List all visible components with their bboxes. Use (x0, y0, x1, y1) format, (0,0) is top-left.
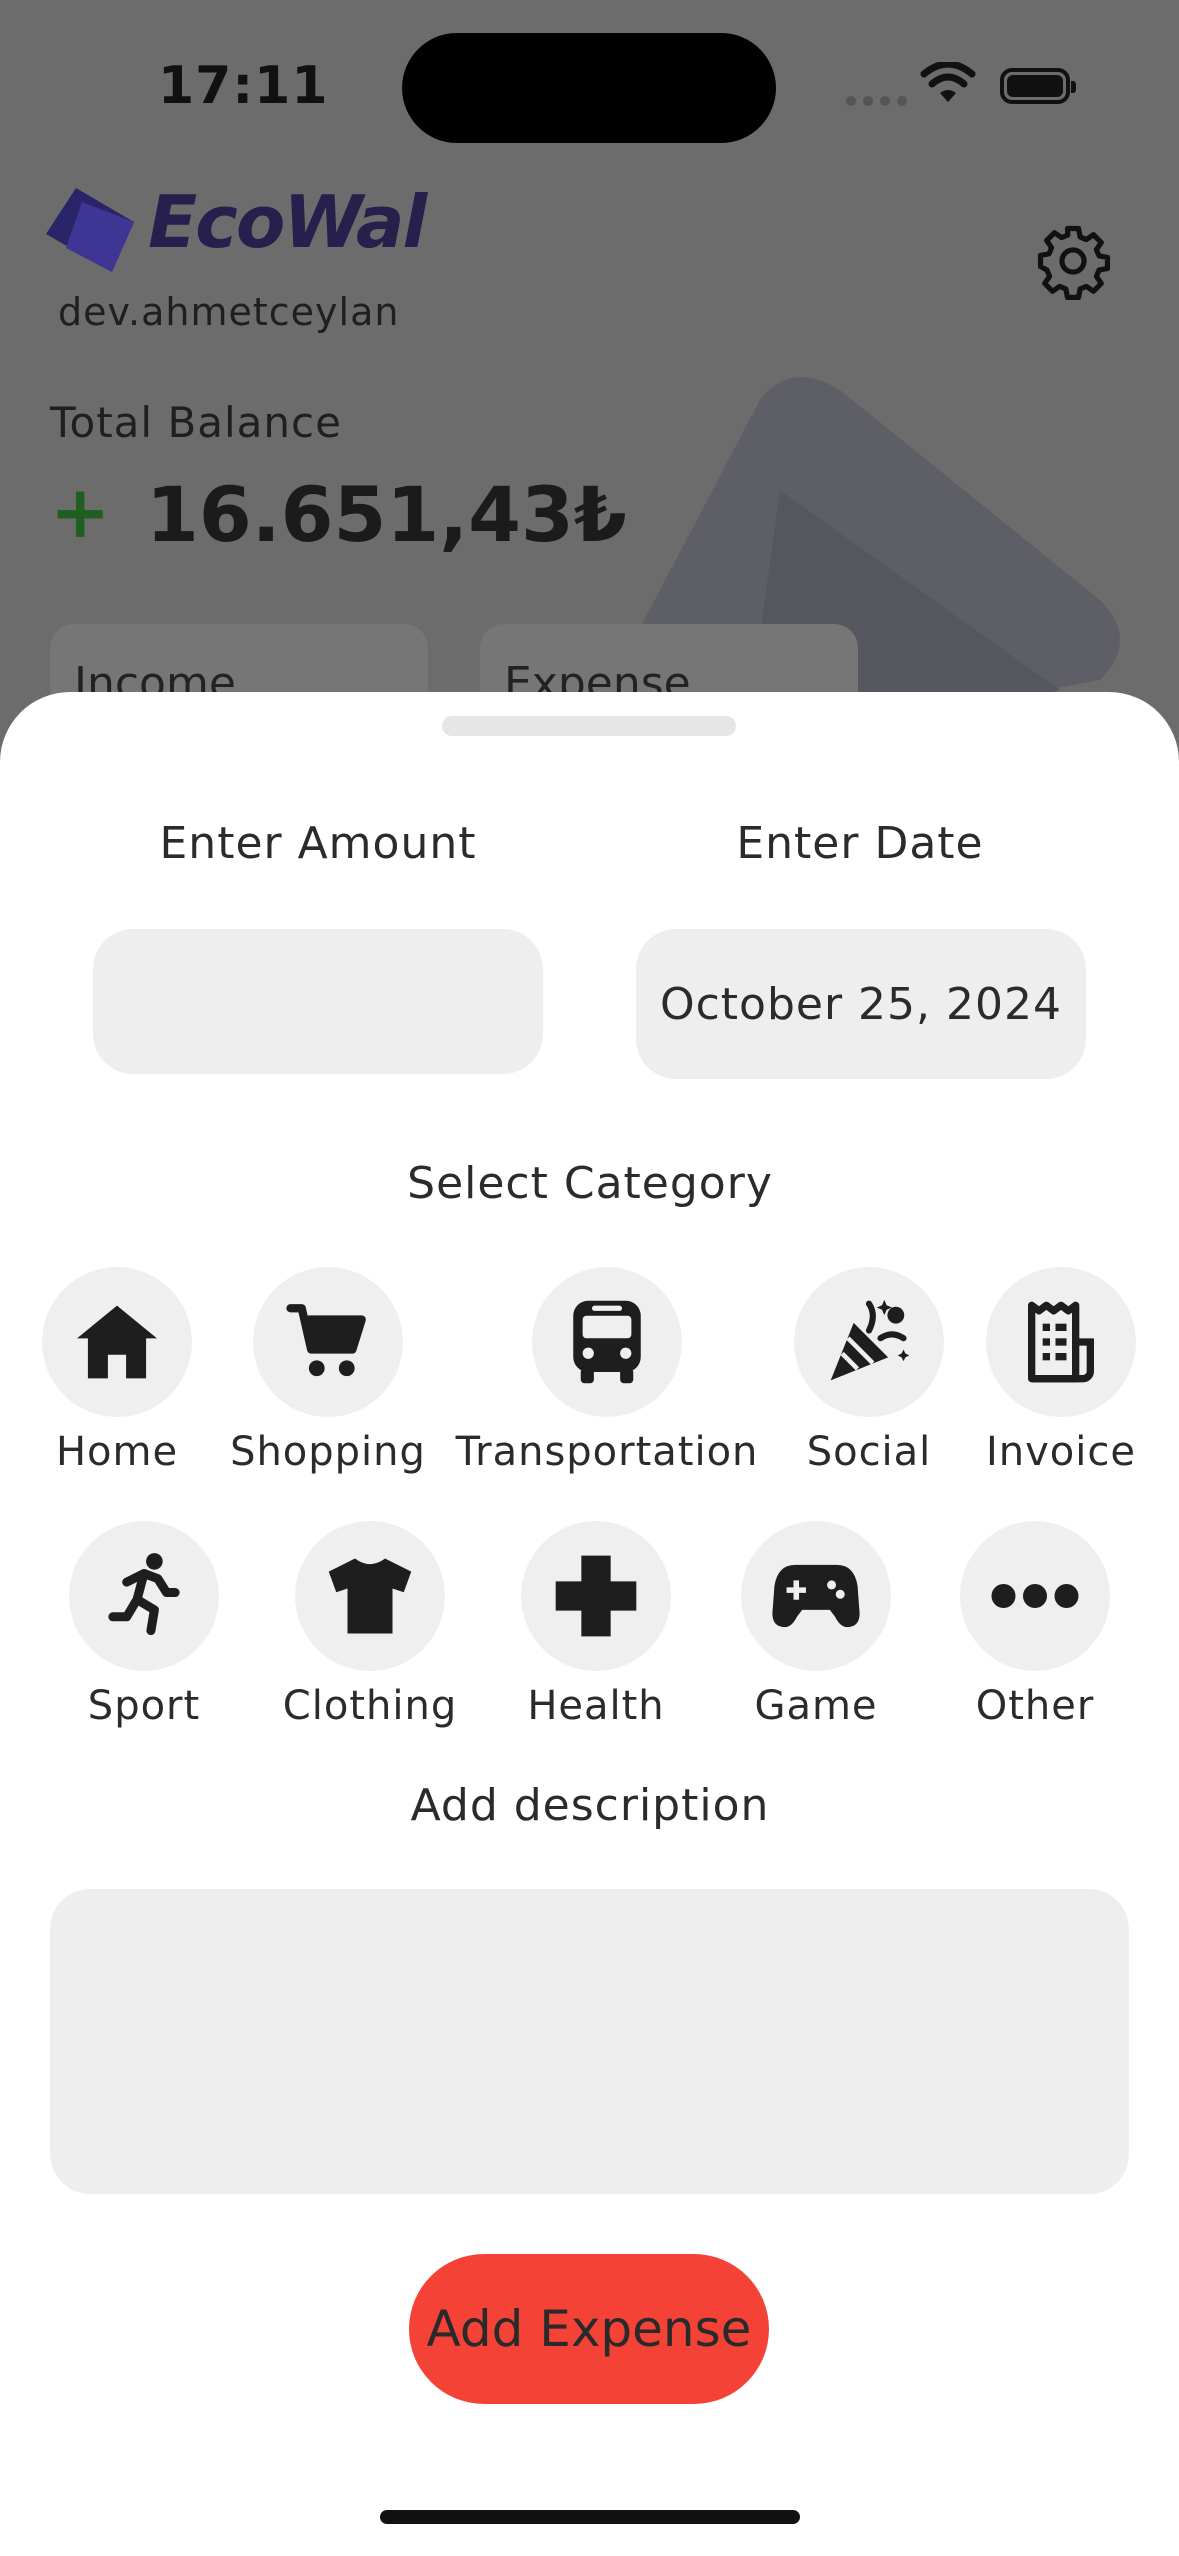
amount-input[interactable] (93, 929, 543, 1074)
description-label: Add description (410, 1780, 770, 1831)
category-label-invoice: Invoice (985, 1429, 1136, 1475)
sheet-grabber[interactable] (442, 716, 736, 736)
running-icon (69, 1521, 219, 1671)
dynamic-island (402, 33, 776, 143)
cellular-signal-icon (846, 96, 907, 106)
category-label-other: Other (975, 1683, 1095, 1729)
tshirt-icon (295, 1521, 445, 1671)
dashboard-background: 17:11 EcoWal dev.ahmetceylan Total Balan… (0, 0, 1179, 760)
description-textarea[interactable] (50, 1889, 1129, 2194)
balance-sign: + (50, 470, 111, 554)
total-balance-value: 16.651,43₺ (146, 470, 627, 559)
battery-icon (1000, 68, 1076, 104)
more-icon (960, 1521, 1110, 1671)
status-time: 17:11 (158, 56, 329, 116)
wifi-icon (920, 62, 976, 102)
settings-gear-icon[interactable] (1034, 222, 1112, 300)
category-label: Select Category (407, 1158, 773, 1209)
category-label-shopping: Shopping (230, 1429, 426, 1475)
cart-icon (253, 1267, 403, 1417)
username: dev.ahmetceylan (58, 290, 400, 334)
total-balance-label: Total Balance (50, 398, 342, 447)
plus-icon (521, 1521, 671, 1671)
add-expense-sheet: Enter Amount Enter Date October 25, 2024… (0, 692, 1179, 2556)
app-logo-text: EcoWal (148, 180, 427, 264)
bus-icon (532, 1267, 682, 1417)
home-icon (42, 1267, 192, 1417)
date-picker[interactable]: October 25, 2024 (636, 929, 1086, 1079)
gamepad-icon (741, 1521, 891, 1671)
party-popper-icon (794, 1267, 944, 1417)
home-indicator[interactable] (380, 2510, 800, 2524)
logo-icon (46, 188, 134, 272)
add-expense-button[interactable]: Add Expense (409, 2254, 769, 2404)
date-value: October 25, 2024 (659, 978, 1062, 1030)
date-label: Enter Date (736, 818, 984, 869)
amount-label: Enter Amount (159, 818, 477, 869)
receipt-icon (986, 1267, 1136, 1417)
